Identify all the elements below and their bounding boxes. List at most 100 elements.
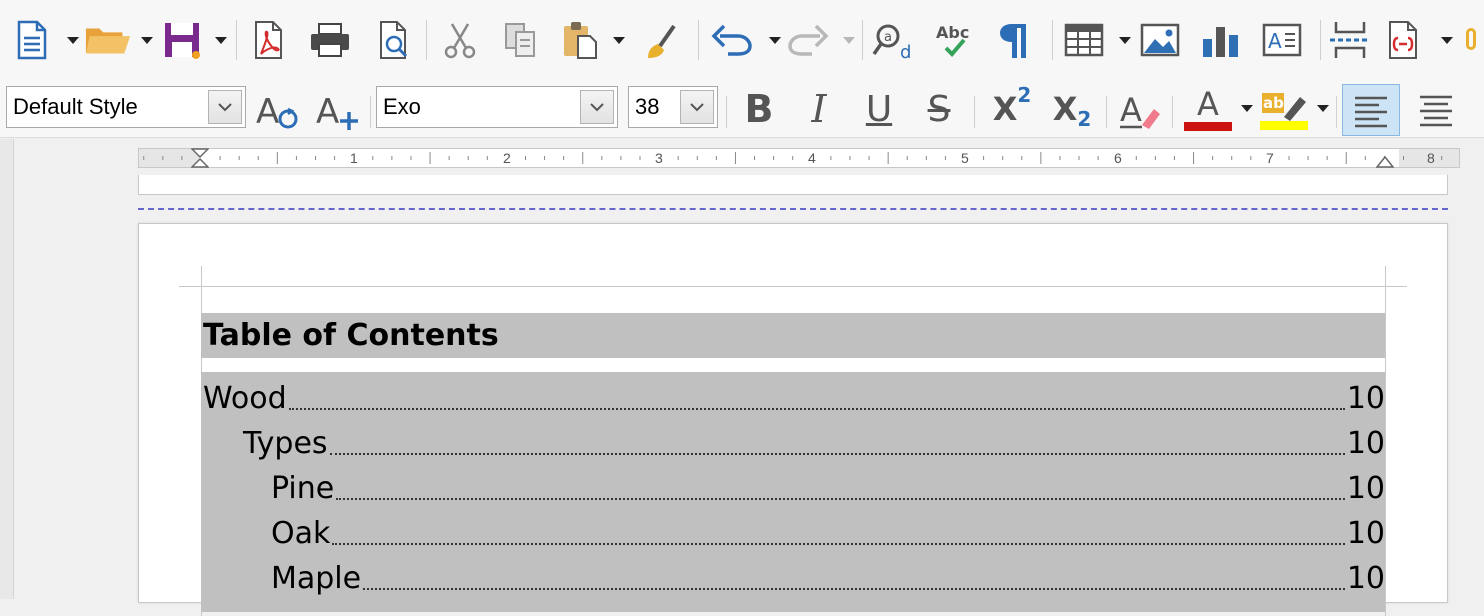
toc-entry-pine[interactable]: Pine 10 [201,462,1385,507]
manual-page-break-line [138,208,1448,210]
strikethrough-button[interactable]: S [916,84,962,134]
align-center-button[interactable] [1410,84,1462,134]
font-name-dropdown-button[interactable] [580,90,614,124]
new-document-dropdown[interactable] [66,36,80,46]
toc-entry-oak[interactable]: Oak 10 [201,507,1385,552]
align-left-icon [1355,96,1387,128]
chevron-down-icon [67,37,79,44]
insert-table-button[interactable] [1060,12,1108,68]
subscript-button[interactable]: X2 [1046,84,1098,134]
redo-arrow-icon [788,24,829,56]
highlight-color-dropdown[interactable] [1316,104,1330,114]
font-name-value: Exo [383,94,421,119]
clone-formatting-button[interactable] [636,12,684,68]
paste-button[interactable] [556,12,604,68]
toolbar-separator [426,20,427,60]
export-pdf-icon [255,21,282,59]
svg-text:a: a [884,30,892,45]
toc-dot-leader [336,498,1345,500]
open-dropdown[interactable] [140,36,154,46]
insert-field-dropdown[interactable] [1440,36,1454,46]
font-name-combo[interactable]: Exo [376,86,618,128]
find-replace-button[interactable]: a d [870,12,918,68]
toc-entry-page: 10 [1346,561,1385,596]
toc-entry-page: 10 [1346,381,1385,416]
font-size-dropdown-button[interactable] [680,90,714,124]
svg-text:A: A [316,92,339,131]
pilcrow-icon [1000,24,1026,58]
left-indent-marker[interactable] [191,148,209,168]
copy-icon [505,23,535,57]
horizontal-ruler[interactable]: 1 2 3 4 5 6 7 8 [138,148,1460,168]
paste-dropdown[interactable] [612,36,626,46]
redo-dropdown[interactable] [842,36,856,46]
align-left-button[interactable] [1342,84,1400,136]
clear-formatting-button[interactable]: A [1114,84,1166,134]
superscript-button[interactable]: X2 [986,83,1038,134]
toolbar-separator [974,96,975,128]
highlight-color-button[interactable]: ab [1258,84,1310,134]
document-page[interactable]: Table of Contents Wood 10 Types 10 Pine … [138,223,1448,616]
chevron-down-icon [690,102,704,111]
paragraph-style-dropdown-button[interactable] [208,90,242,124]
insert-field-button[interactable] [1380,12,1428,68]
update-style-button[interactable]: A [252,84,304,134]
previous-page-bottom [138,175,1448,195]
insert-chart-button[interactable] [1196,12,1244,68]
new-document-button[interactable] [8,12,56,68]
toolbar-separator [698,20,699,60]
svg-text:ab: ab [1263,94,1284,112]
chevron-down-icon [141,37,153,44]
insert-table-dropdown[interactable] [1118,36,1132,46]
chevron-down-icon [843,37,855,44]
toc-dot-leader [329,453,1345,455]
paragraph-style-combo[interactable]: Default Style [6,86,246,128]
toc-entry-page: 10 [1346,471,1385,506]
align-center-icon [1420,95,1452,127]
copy-button[interactable] [496,12,544,68]
right-indent-marker[interactable] [1376,156,1394,168]
save-dropdown[interactable] [214,36,228,46]
save-button[interactable] [158,12,206,68]
font-color-button[interactable]: A [1182,84,1234,134]
text-boundary-mark [179,286,201,287]
formatting-marks-button[interactable] [990,12,1038,68]
cut-button[interactable] [436,12,484,68]
toc-entry-types[interactable]: Types 10 [201,417,1385,462]
font-size-combo[interactable]: 38 [628,86,718,128]
font-color-swatch [1184,121,1232,131]
underline-button[interactable]: U [856,84,902,134]
redo-button[interactable] [784,12,832,68]
print-preview-icon [380,21,408,59]
toc-entry-label: Wood [203,381,287,416]
insert-page-break-button[interactable] [1326,12,1374,68]
open-button[interactable] [84,12,132,68]
insert-textbox-button[interactable]: A [1258,12,1306,68]
superscript-base: X [992,90,1018,128]
image-icon [1140,23,1180,57]
toc-entry-label: Types [243,426,328,461]
bold-button[interactable]: B [736,84,782,134]
page-break-icon [1330,22,1370,58]
font-color-dropdown[interactable] [1240,104,1254,114]
undo-button[interactable] [708,12,756,68]
italic-button[interactable]: I [796,84,842,134]
toolbar-separator [1106,96,1107,128]
print-preview-button[interactable] [370,12,418,68]
chevron-down-icon [613,37,625,44]
toc-heading[interactable]: Table of Contents [201,313,1385,358]
toolbar-separator [1172,96,1173,128]
toc-entries[interactable]: Wood 10 Types 10 Pine 10 Oak 10 Maple 10 [201,372,1385,612]
chevron-down-icon [590,102,604,111]
insert-image-button[interactable] [1136,12,1184,68]
export-pdf-button[interactable] [244,12,292,68]
print-button[interactable] [306,12,354,68]
undo-dropdown[interactable] [768,36,782,46]
toc-entry-maple[interactable]: Maple 10 [201,552,1385,597]
svg-text:A: A [1120,91,1142,129]
new-style-button[interactable]: A [312,84,364,134]
chevron-down-icon [1241,105,1253,112]
toc-entry-wood[interactable]: Wood 10 [201,372,1385,417]
spelling-button[interactable]: Abc [930,12,978,68]
document-area[interactable]: Table of Contents Wood 10 Types 10 Pine … [14,175,1484,616]
